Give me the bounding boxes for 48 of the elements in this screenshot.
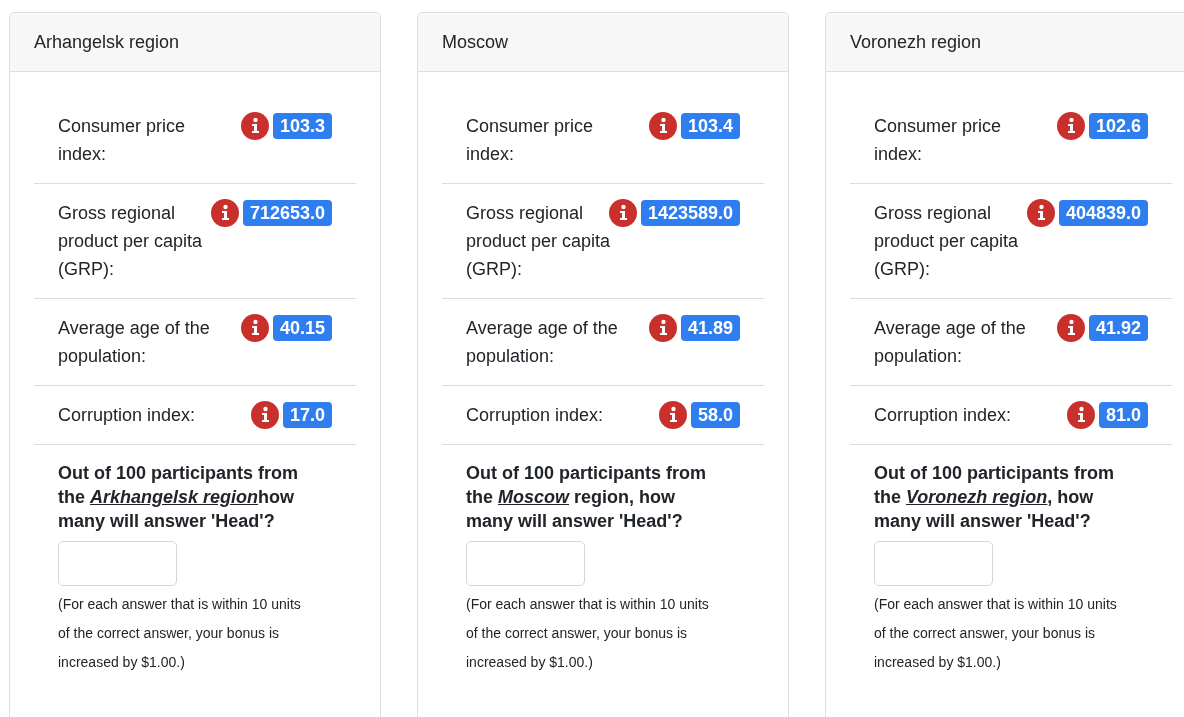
value-badge: 41.89 <box>680 315 740 341</box>
card-title: Arhangelsk region <box>34 31 180 53</box>
metric-label: Consumer price index: <box>874 116 1002 164</box>
value-badge: 17.0 <box>282 402 332 428</box>
metric-label: Gross regional product per capita (GRP): <box>466 203 611 279</box>
value-badge: 103.3 <box>272 113 332 139</box>
info-icon[interactable] <box>240 112 269 140</box>
bonus-note: (For each answer that is within 10 units of the correct answer, your bonus is increased by $1.00.) <box>874 595 1118 672</box>
info-icon[interactable] <box>648 314 677 342</box>
metric-label: Average age of the population: <box>874 318 1026 366</box>
info-icon[interactable] <box>210 199 239 227</box>
question-text: Out of 100 participants from the Voronezh region, how many will answer 'Head'? <box>874 462 1116 533</box>
value-badge: 102.6 <box>1088 113 1148 139</box>
card-title: Moscow <box>442 31 508 53</box>
bonus-note: (For each answer that is within 10 units of the correct answer, your bonus is increased by $1.00.) <box>466 595 710 672</box>
info-icon[interactable] <box>658 401 687 429</box>
value-badge: 40.15 <box>272 315 332 341</box>
value-badge: 103.4 <box>680 113 740 139</box>
info-icon[interactable] <box>1066 401 1095 429</box>
info-icon[interactable] <box>1056 112 1085 140</box>
card-title: Voronezh region <box>850 31 982 53</box>
value-badge: 58.0 <box>690 402 740 428</box>
info-icon[interactable] <box>1026 199 1055 227</box>
bonus-note: (For each answer that is within 10 units of the correct answer, your bonus is increased by $1.00.) <box>58 595 302 672</box>
info-icon[interactable] <box>608 199 637 227</box>
answer-field[interactable] <box>466 541 585 586</box>
info-icon[interactable] <box>250 401 279 429</box>
question-text: Out of 100 participants from the Arkhangelsk regionhow many will answer 'Head'? <box>58 462 300 533</box>
metric-label: Corruption index: <box>874 405 1012 425</box>
metric-label: Gross regional product per capita (GRP): <box>874 203 1019 279</box>
info-icon[interactable] <box>240 314 269 342</box>
metric-label: Corruption index: <box>466 405 604 425</box>
value-badge: 712653.0 <box>242 200 332 226</box>
metric-label: Corruption index: <box>58 405 196 425</box>
metric-label: Consumer price index: <box>466 116 594 164</box>
metric-label: Average age of the population: <box>58 318 210 366</box>
answer-field[interactable] <box>58 541 177 586</box>
question-text: Out of 100 participants from the Moscow region, how many will answer 'Head'? <box>466 462 708 533</box>
info-icon[interactable] <box>648 112 677 140</box>
answer-field[interactable] <box>874 541 993 586</box>
value-badge: 1423589.0 <box>640 200 740 226</box>
metric-label: Average age of the population: <box>466 318 618 366</box>
metric-label: Gross regional product per capita (GRP): <box>58 203 203 279</box>
value-badge: 404839.0 <box>1058 200 1148 226</box>
value-badge: 81.0 <box>1098 402 1148 428</box>
metric-label: Consumer price index: <box>58 116 186 164</box>
value-badge: 41.92 <box>1088 315 1148 341</box>
info-icon[interactable] <box>1056 314 1085 342</box>
